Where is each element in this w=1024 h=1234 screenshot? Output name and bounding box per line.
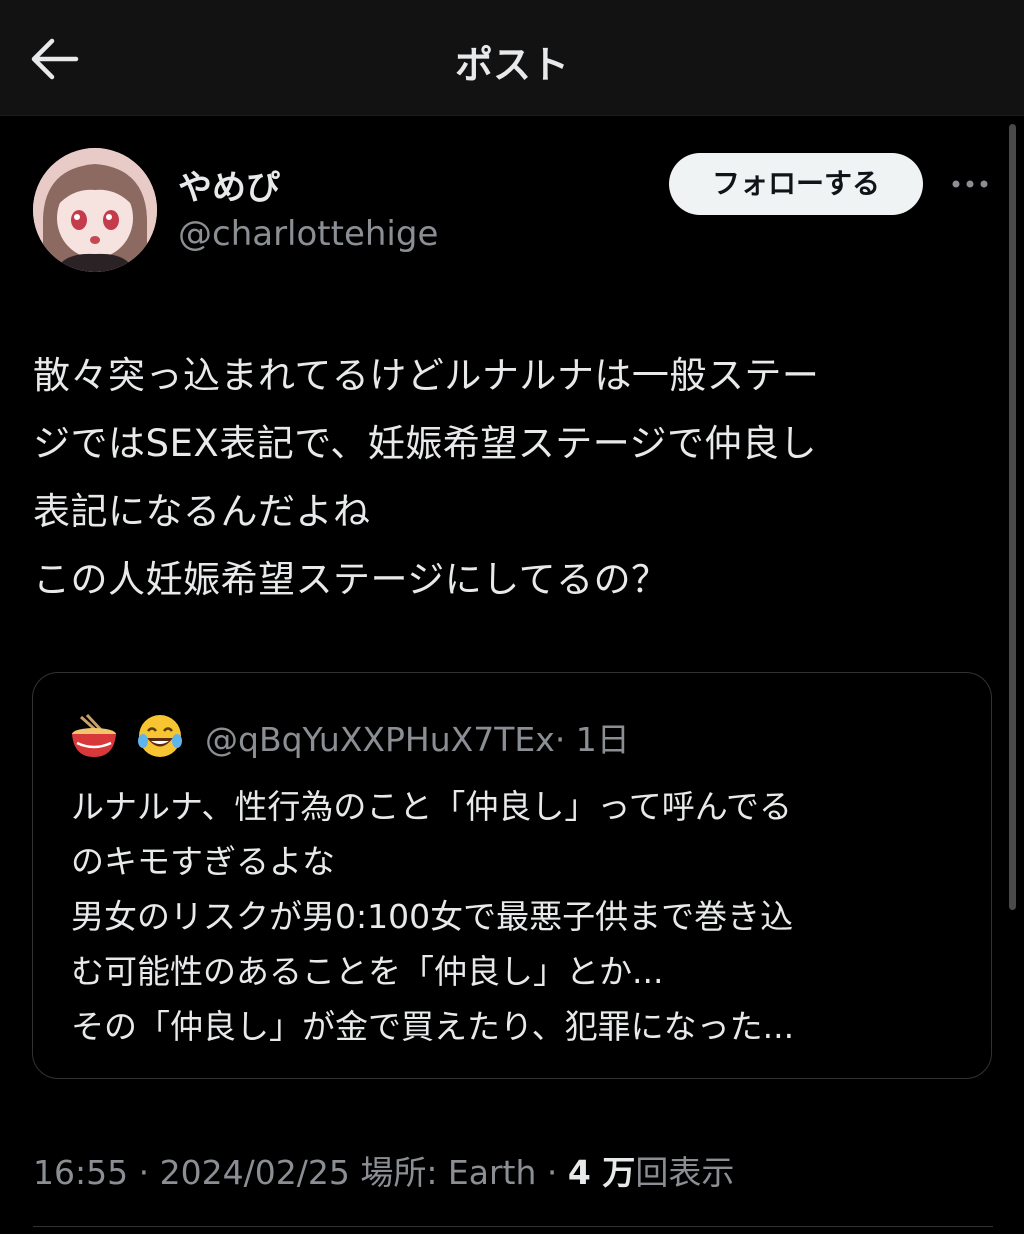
follow-button[interactable]: フォローする bbox=[669, 153, 923, 215]
post-location: 場所: Earth bbox=[360, 1153, 537, 1192]
post-metadata: 16:55 · 2024/02/25 場所: Earth · 4 万回表示 bbox=[33, 1146, 734, 1194]
post-text: 散々突っ込まれてるけどルナルナは一般ステー ジではSEX表記で、妊娠希望ステージ… bbox=[33, 354, 820, 601]
post-time[interactable]: 16:55 bbox=[33, 1153, 128, 1192]
meta-separator: · bbox=[138, 1153, 150, 1192]
quoted-post-handle: @qBqYuXXPHuX7TEx· 1日 bbox=[205, 713, 630, 761]
divider bbox=[33, 1226, 993, 1227]
quoted-post-text: ルナルナ、性行為のこと「仲良し」って呼んでる のキモすぎるよな 男女のリスクが男… bbox=[71, 787, 795, 1046]
views-label: 回表示 bbox=[635, 1153, 735, 1192]
quoted-post-time: · 1日 bbox=[554, 720, 630, 759]
author-handle[interactable]: @charlottehige bbox=[178, 214, 438, 254]
scrollbar[interactable] bbox=[1009, 124, 1016, 910]
top-bar: ポスト bbox=[0, 0, 1024, 116]
tears-of-joy-icon bbox=[135, 711, 185, 761]
views-count: 4 万 bbox=[567, 1153, 636, 1192]
author-display-name[interactable]: やめぴ bbox=[178, 160, 280, 209]
avatar[interactable] bbox=[33, 148, 157, 272]
noodle-bowl-icon bbox=[69, 713, 119, 759]
quoted-post[interactable]: @qBqYuXXPHuX7TEx· 1日 ルナルナ、性行為のこと「仲良し」って呼… bbox=[32, 672, 992, 1079]
more-options-icon[interactable] bbox=[948, 172, 992, 196]
post-date[interactable]: 2024/02/25 bbox=[160, 1153, 350, 1192]
quoted-handle-text: @qBqYuXXPHuX7TEx bbox=[205, 720, 555, 759]
page-title: ポスト bbox=[454, 43, 569, 87]
meta-separator: · bbox=[546, 1153, 558, 1192]
